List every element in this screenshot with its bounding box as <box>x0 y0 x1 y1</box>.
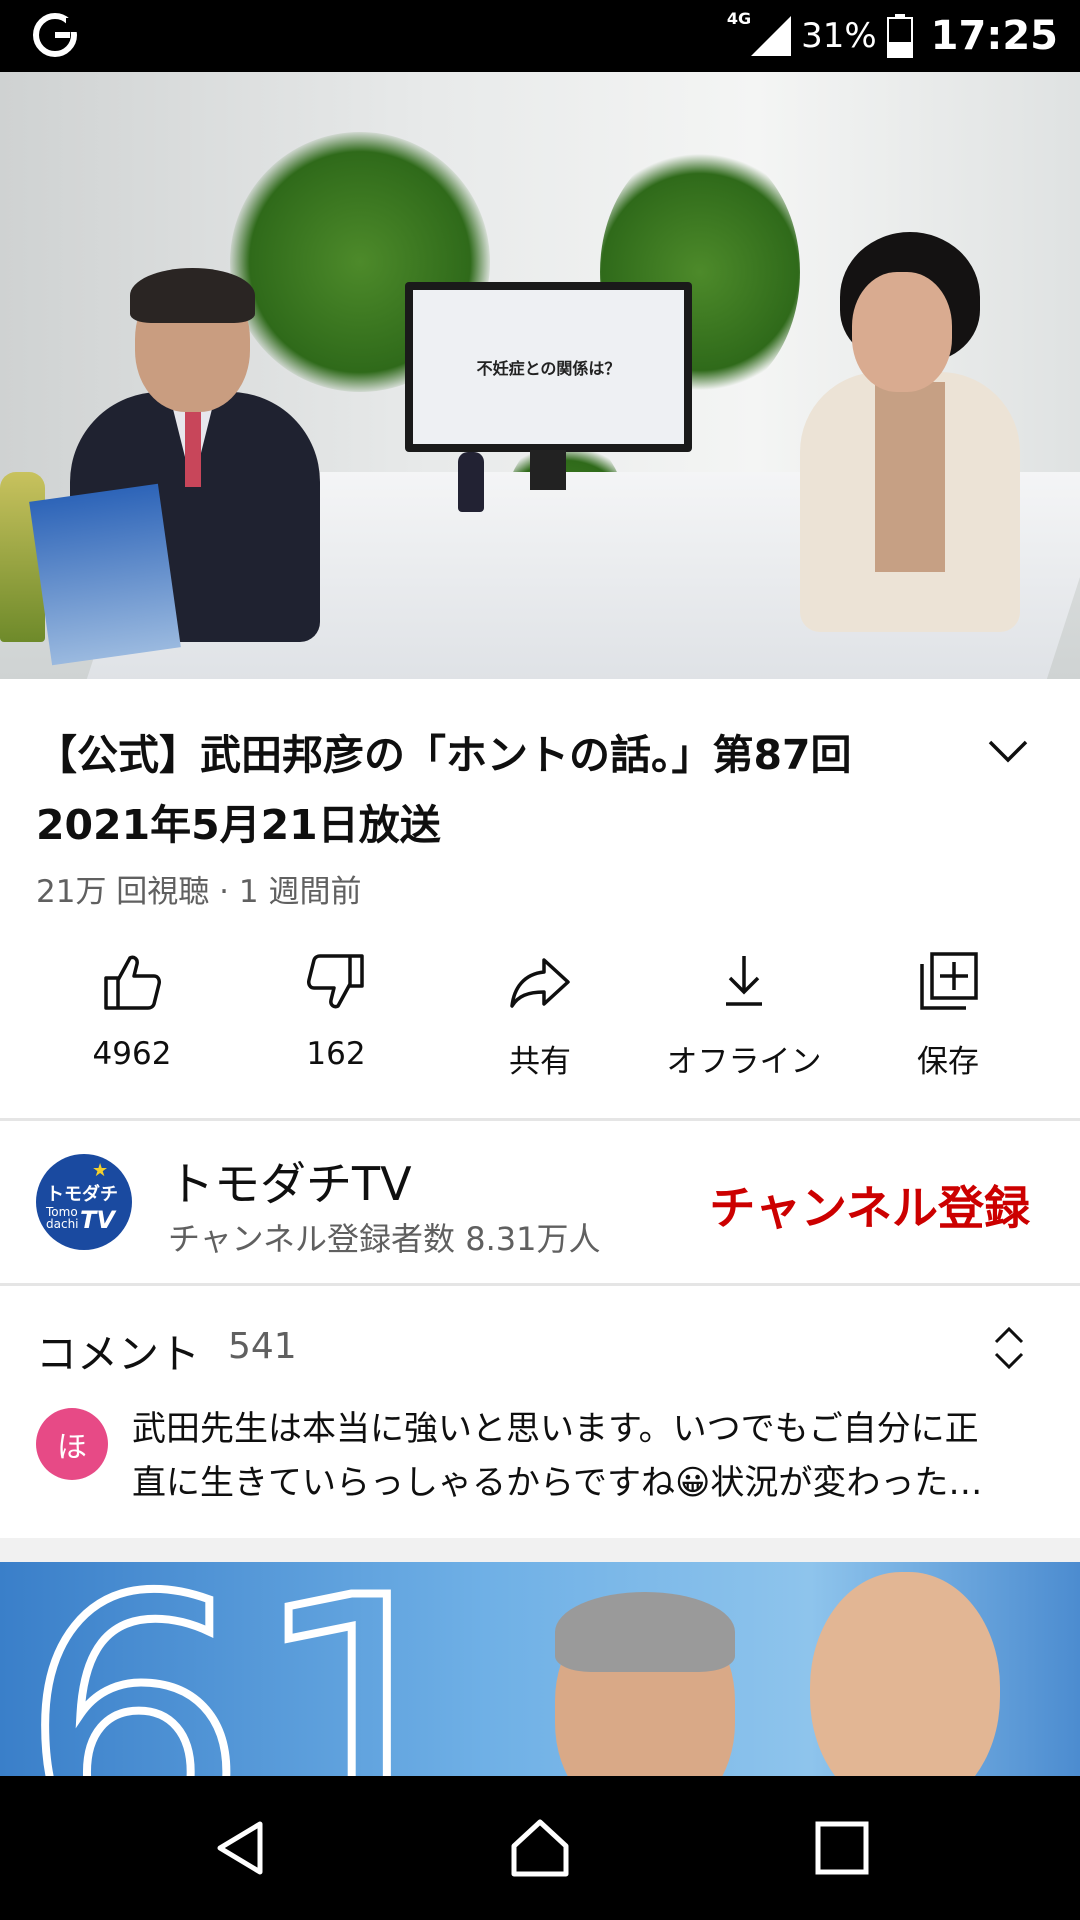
star-icon: ★ <box>92 1160 109 1181</box>
section-separator <box>0 1538 1080 1562</box>
clock: 17:25 <box>930 13 1058 59</box>
channel-avatar-subtext: Tomo dachi <box>46 1205 79 1231</box>
thumbs-up-icon <box>104 955 161 1010</box>
channel-avatar-tv: TV <box>80 1206 115 1234</box>
comments-count: 541 <box>228 1326 297 1367</box>
g-app-icon <box>33 13 80 57</box>
expand-comments-button[interactable] <box>984 1320 1034 1376</box>
save-label: 保存 <box>917 1044 979 1080</box>
save-button[interactable]: 保存 <box>846 950 1050 1090</box>
share-button[interactable]: 共有 <box>438 950 642 1090</box>
system-navigation-bar <box>0 1776 1080 1920</box>
monitor-caption: 不妊症との関係は？ <box>413 290 684 444</box>
subscribe-button[interactable]: チャンネル登録 <box>709 1172 1030 1238</box>
video-title: 【公式】武田邦彦の「ホントの話。」第87回 2021年5月21日放送 <box>36 731 893 849</box>
thumbnail-person-hair <box>555 1592 735 1672</box>
dislike-count: 162 <box>306 1036 366 1072</box>
comment-line-2: 直に生きていらっしゃるからですね😀状況が変わった… <box>132 1463 983 1503</box>
battery-icon <box>886 14 913 58</box>
comments-title[interactable]: コメント <box>36 1320 200 1380</box>
download-icon <box>726 956 762 1006</box>
divider <box>0 1283 1080 1286</box>
comment-line-1: 武田先生は本当に強いと思います。いつでもご自分に正 <box>132 1409 979 1449</box>
channel-avatar-text: トモダチ <box>46 1184 118 1205</box>
host-woman <box>780 232 1030 652</box>
comment-text[interactable]: 武田先生は本当に強いと思います。いつでもご自分に正 直に生きていらっしゃるからで… <box>132 1402 1042 1510</box>
divider <box>0 1118 1080 1121</box>
like-count: 4962 <box>92 1036 172 1072</box>
next-video-thumbnail[interactable]: 61 <box>0 1562 1080 1776</box>
studio-monitor: 不妊症との関係は？ <box>405 282 692 452</box>
thumbnail-number: 61 <box>16 1562 482 1776</box>
video-meta: 21万 回視聴 · 1 週間前 <box>36 874 362 910</box>
back-icon[interactable] <box>210 1816 274 1880</box>
share-icon <box>510 958 570 1008</box>
dislike-button[interactable]: 162 <box>234 950 438 1090</box>
book-prop <box>29 483 181 666</box>
channel-avatar[interactable]: ★ トモダチ Tomo dachi TV <box>36 1154 132 1250</box>
comment-author-avatar[interactable]: ほ <box>36 1408 108 1480</box>
expand-description-button[interactable] <box>978 726 1038 776</box>
network-type-label: 4G <box>726 8 752 28</box>
save-to-playlist-icon <box>920 952 978 1010</box>
video-player[interactable]: 不妊症との関係は？ <box>0 72 1080 679</box>
unfold-icon <box>994 1326 1024 1370</box>
battery-percent: 31% <box>801 16 877 56</box>
thumbs-down-icon <box>307 954 364 1009</box>
download-button[interactable]: オフライン <box>642 950 846 1090</box>
monitor-stand <box>530 450 566 490</box>
signal-icon <box>751 16 792 56</box>
thumbnail-person <box>810 1572 1000 1776</box>
home-icon[interactable] <box>508 1816 572 1880</box>
channel-name[interactable]: トモダチTV <box>168 1148 412 1214</box>
like-button[interactable]: 4962 <box>30 950 234 1090</box>
channel-subscriber-count: チャンネル登録者数 8.31万人 <box>168 1220 601 1258</box>
share-label: 共有 <box>509 1044 571 1080</box>
chevron-down-icon <box>988 740 1028 763</box>
figurine <box>458 452 484 512</box>
status-bar: 4G 31% 17:25 <box>0 0 1080 72</box>
action-bar: 4962 162 共有 オフライン 保存 <box>0 950 1080 1090</box>
download-label: オフライン <box>666 1044 822 1080</box>
recents-icon[interactable] <box>810 1816 874 1880</box>
